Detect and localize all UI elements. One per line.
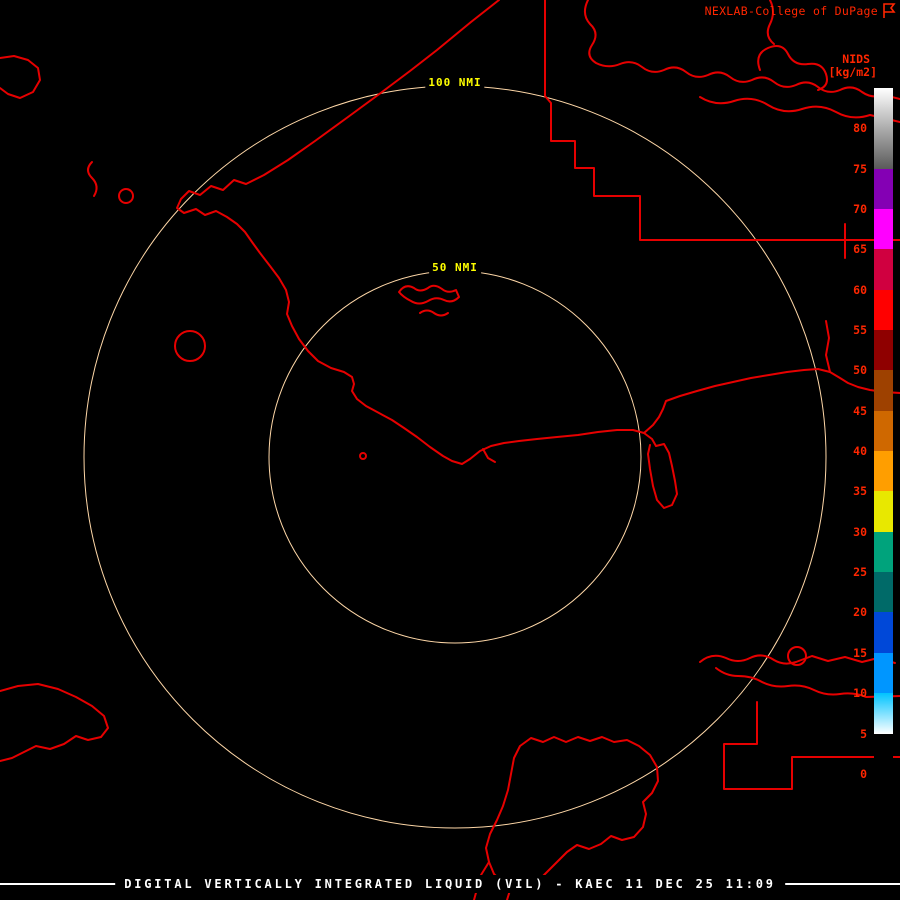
colorbar-tick-label: 15 (853, 645, 867, 660)
range-ring-50nmi (268, 270, 642, 644)
colorbar-tick-label: 30 (853, 524, 867, 539)
colorbar-tick-label: 20 (853, 605, 867, 620)
colorbar-segment (874, 451, 893, 492)
colorbar-tick-label: 45 (853, 403, 867, 418)
colorbar-tick-label: 75 (853, 161, 867, 176)
colorbar-segment (874, 249, 893, 290)
range-rings (83, 85, 827, 829)
lake-outline (359, 452, 367, 460)
colorbar-tick-label: 70 (853, 202, 867, 217)
colorbar-segment (874, 491, 893, 532)
coastline-path (87, 161, 98, 197)
colorbar-segment (874, 88, 893, 169)
coastline-path (0, 683, 109, 762)
colorbar-segment (874, 209, 893, 250)
range-ring-100nmi (83, 85, 827, 829)
colorbar-tick-label: 40 (853, 444, 867, 459)
island-outline (398, 284, 460, 305)
product-caption: DIGITAL VERTICALLY INTEGRATED LIQUID (VI… (115, 875, 785, 893)
colorbar-segment (874, 572, 893, 613)
coastline-path (0, 55, 41, 99)
coastline-path (482, 448, 496, 463)
nexlab-logo-flag-icon (883, 3, 896, 18)
lake-outline (174, 330, 206, 362)
radar-display: 100 NMI 50 NMI NEXLAB-College of DuPage … (0, 0, 900, 900)
lake-outline (485, 736, 659, 888)
colorbar-segment (874, 168, 893, 210)
colorbar-tick-label: 35 (853, 484, 867, 499)
island-outline (419, 309, 449, 317)
colorbar-segment (874, 531, 893, 573)
colorbar-segment (874, 410, 893, 452)
colorbar-tick-label: 0 (860, 766, 867, 781)
colorbar-title: NIDS (842, 52, 870, 66)
colorbar-tick-label: 65 (853, 242, 867, 257)
coastline-path (715, 667, 900, 698)
colorbar-segment (874, 370, 893, 411)
colorbar-ticks: 80 75 70 65 60 55 50 45 40 35 30 25 20 15 10 5 0 (823, 88, 867, 790)
river-path (757, 45, 828, 91)
colorbar-tick-label: 80 (853, 121, 867, 136)
radar-map (0, 0, 900, 900)
colorbar (874, 88, 893, 790)
map-outlines (0, 0, 900, 900)
colorbar-segment (874, 289, 893, 331)
colorbar-units: [kg/m2] (828, 65, 877, 79)
colorbar-tick-label: 10 (853, 686, 867, 701)
colorbar-segment (874, 693, 893, 734)
colorbar-tick-label: 25 (853, 565, 867, 580)
colorbar-tick-label: 5 (860, 726, 867, 741)
colorbar-tick-label: 50 (853, 363, 867, 378)
colorbar-tick-label: 55 (853, 323, 867, 338)
colorbar-segment (874, 652, 893, 694)
range-ring-label-100nmi: 100 NMI (425, 76, 485, 89)
lake-outline (118, 188, 134, 204)
colorbar-segment (874, 733, 893, 774)
colorbar-segment (874, 773, 893, 790)
coastline-path (176, 0, 657, 465)
colorbar-segment (874, 612, 893, 653)
nexlab-brand: NEXLAB-College of DuPage (704, 4, 878, 18)
coastline-path (647, 443, 678, 509)
river-path (699, 96, 900, 123)
range-ring-label-50nmi: 50 NMI (429, 261, 481, 274)
colorbar-segment (874, 330, 893, 371)
colorbar-tick-label: 60 (853, 282, 867, 297)
